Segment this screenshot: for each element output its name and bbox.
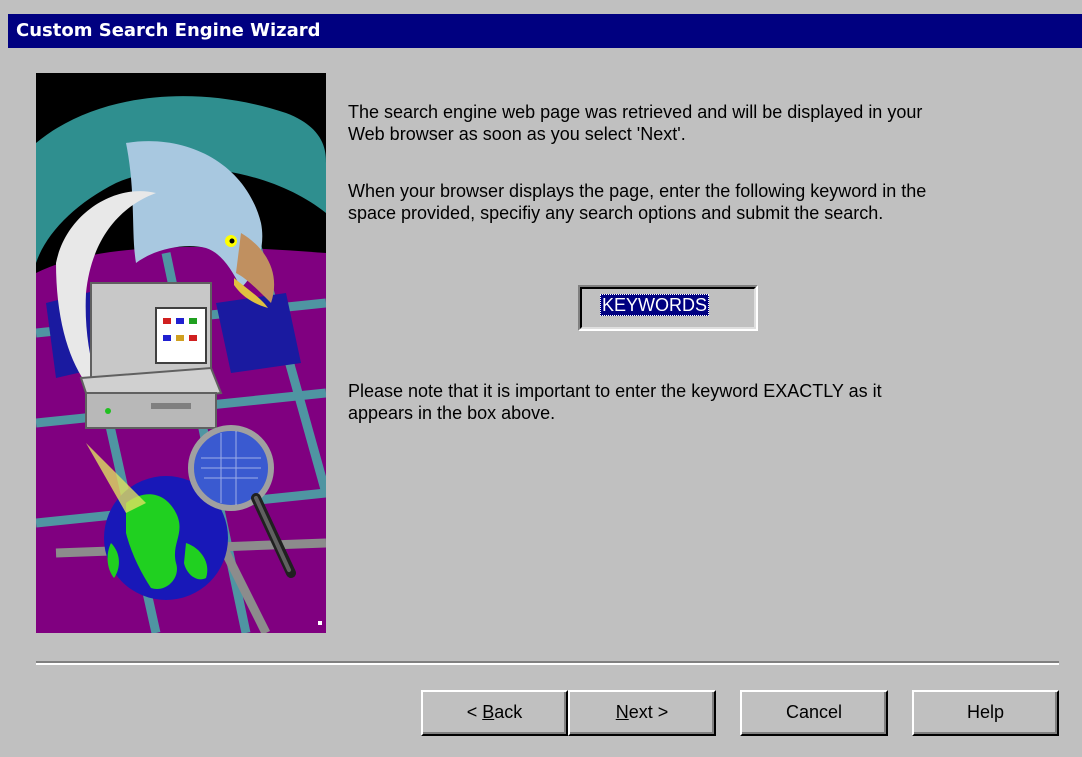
title-bar[interactable]: Custom Search Engine Wizard: [8, 14, 1082, 48]
message-line: Please note that it is important to ente…: [348, 381, 882, 401]
message-line: appears in the box above.: [348, 403, 556, 423]
cancel-button[interactable]: Cancel: [740, 690, 888, 736]
window-title: Custom Search Engine Wizard: [16, 20, 321, 41]
message-line: space provided, specifiy any search opti…: [348, 203, 884, 223]
back-accelerator: B: [482, 702, 495, 722]
note-message: Please note that it is important to ente…: [348, 380, 1048, 424]
cancel-label: Cancel: [785, 702, 843, 722]
next-button[interactable]: Next >: [568, 690, 716, 736]
retrieved-message: The search engine web page was retrieved…: [348, 101, 1048, 145]
back-prefix: <: [466, 702, 483, 722]
message-line: Web browser as soon as you select 'Next'…: [348, 124, 686, 144]
next-label: ext >: [628, 702, 669, 722]
keyword-field[interactable]: KEYWORDS: [578, 285, 758, 331]
instructions-message: When your browser displays the page, ent…: [348, 180, 1048, 224]
next-accelerator: N: [615, 702, 629, 722]
help-label: Help: [966, 702, 1005, 722]
back-button[interactable]: < Back: [421, 690, 568, 736]
separator-line: [36, 661, 1059, 665]
keyword-text[interactable]: KEYWORDS: [600, 294, 710, 316]
message-line: When your browser displays the page, ent…: [348, 181, 927, 201]
help-button[interactable]: Help: [912, 690, 1059, 736]
wizard-illustration: [36, 73, 326, 633]
wizard-window: Custom Search Engine Wizard The search e…: [0, 0, 1082, 757]
computer-globe-magnifier-icon: [36, 73, 326, 633]
message-line: The search engine web page was retrieved…: [348, 102, 923, 122]
back-label: ack: [494, 702, 523, 722]
